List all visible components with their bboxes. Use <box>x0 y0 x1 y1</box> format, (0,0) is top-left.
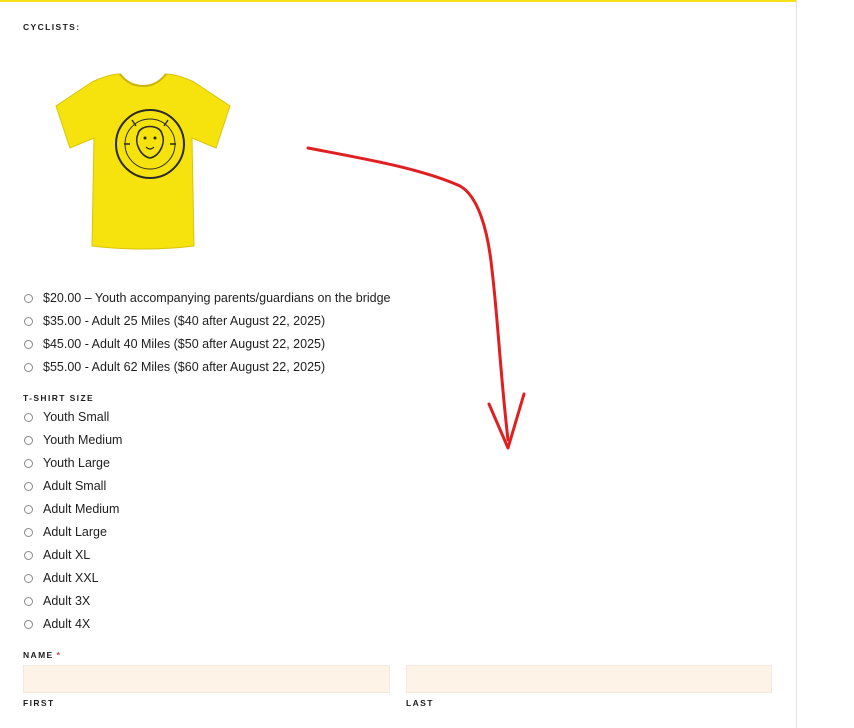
name-field-label: NAME * <box>23 650 61 660</box>
size-option-adult-3x[interactable]: Adult 3X <box>24 592 90 610</box>
last-name-sublabel: LAST <box>406 698 434 708</box>
radio-button[interactable] <box>24 619 33 629</box>
size-option-youth-large[interactable]: Youth Large <box>24 454 110 472</box>
radio-button[interactable] <box>24 293 33 303</box>
size-option-youth-small[interactable]: Youth Small <box>24 408 109 426</box>
radio-button[interactable] <box>24 481 33 491</box>
radio-button[interactable] <box>24 412 33 422</box>
size-option-adult-medium[interactable]: Adult Medium <box>24 500 119 518</box>
radio-button[interactable] <box>24 527 33 537</box>
size-option-youth-medium[interactable]: Youth Medium <box>24 431 122 449</box>
registration-option-40-miles[interactable]: $45.00 - Adult 40 Miles ($50 after Augus… <box>24 335 325 353</box>
tshirt-product-image <box>55 73 231 250</box>
size-option-adult-large[interactable]: Adult Large <box>24 523 107 541</box>
right-sidebar-divider <box>796 0 797 728</box>
radio-button[interactable] <box>24 435 33 445</box>
cyclists-heading: CYCLISTS: <box>23 22 81 32</box>
radio-button[interactable] <box>24 339 33 349</box>
size-option-adult-xxl[interactable]: Adult XXL <box>24 569 99 587</box>
registration-option-25-miles[interactable]: $35.00 - Adult 25 Miles ($40 after Augus… <box>24 312 325 330</box>
name-label-text: NAME <box>23 650 54 660</box>
required-marker: * <box>56 650 62 660</box>
top-accent-bar <box>0 0 796 2</box>
radio-button[interactable] <box>24 458 33 468</box>
registration-option-youth[interactable]: $20.00 – Youth accompanying parents/guar… <box>24 289 391 307</box>
first-name-input[interactable] <box>23 665 390 693</box>
radio-button[interactable] <box>24 596 33 606</box>
registration-option-62-miles[interactable]: $55.00 - Adult 62 Miles ($60 after Augus… <box>24 358 325 376</box>
size-option-adult-4x[interactable]: Adult 4X <box>24 615 90 633</box>
registration-form-page: CYCLISTS: $20.00 – Youth accompanying pa… <box>0 0 854 728</box>
radio-button[interactable] <box>24 362 33 372</box>
radio-button[interactable] <box>24 316 33 326</box>
tshirt-size-label: T-SHIRT SIZE <box>23 393 95 403</box>
radio-button[interactable] <box>24 550 33 560</box>
first-name-sublabel: FIRST <box>23 698 55 708</box>
size-option-adult-small[interactable]: Adult Small <box>24 477 106 495</box>
size-option-adult-xl[interactable]: Adult XL <box>24 546 90 564</box>
radio-button[interactable] <box>24 504 33 514</box>
radio-button[interactable] <box>24 573 33 583</box>
last-name-input[interactable] <box>406 665 772 693</box>
